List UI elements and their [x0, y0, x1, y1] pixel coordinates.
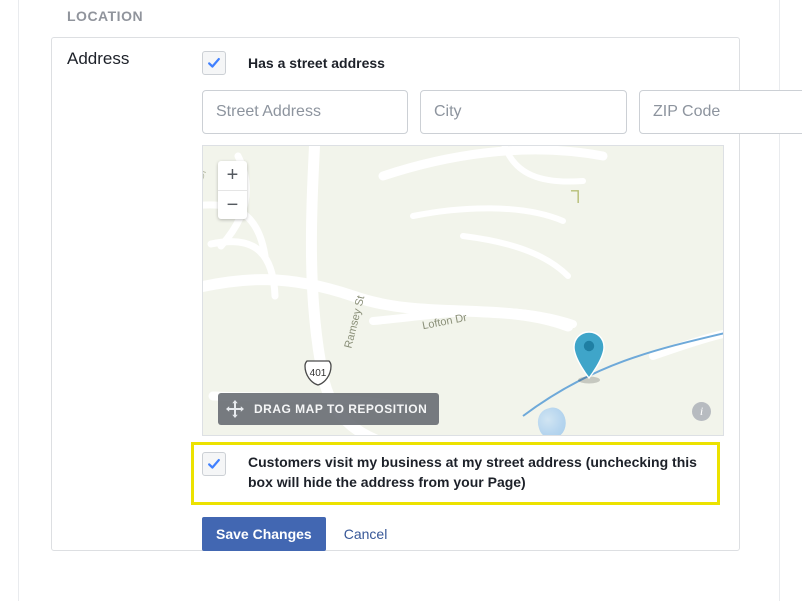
street-address-input[interactable]: [202, 90, 408, 134]
zip-input[interactable]: [639, 90, 802, 134]
save-button[interactable]: Save Changes: [202, 517, 326, 551]
customers-visit-checkbox[interactable]: [202, 452, 226, 476]
address-input-row: [202, 90, 724, 134]
has-street-address-checkbox[interactable]: [202, 51, 226, 75]
customers-visit-label: Customers visit my business at my street…: [248, 452, 705, 493]
map-info-button[interactable]: i: [692, 402, 711, 421]
zoom-out-button[interactable]: −: [218, 190, 247, 219]
map-drag-hint: DRAG MAP TO REPOSITION: [218, 393, 439, 425]
map-zoom-controls: + −: [218, 161, 247, 219]
city-input[interactable]: [420, 90, 627, 134]
has-street-address-row: Has a street address: [202, 49, 724, 77]
address-content-column: Has a street address: [202, 49, 724, 551]
checkmark-icon: [207, 457, 221, 471]
zoom-in-button[interactable]: +: [218, 161, 247, 190]
route-shield-icon: 401: [303, 357, 333, 387]
has-street-address-label: Has a street address: [248, 54, 385, 72]
map-background: Ramsey St Lofton Dr Dr ┐ 401: [203, 146, 723, 435]
map-container[interactable]: Ramsey St Lofton Dr Dr ┐ 401 + −: [202, 145, 724, 436]
map-green-marker: ┐: [571, 180, 585, 203]
field-label-address: Address: [67, 49, 129, 69]
customers-visit-row: Customers visit my business at my street…: [191, 442, 720, 505]
section-heading-location: LOCATION: [67, 8, 143, 24]
form-actions: Save Changes Cancel: [202, 517, 724, 551]
map-drag-hint-text: DRAG MAP TO REPOSITION: [254, 402, 427, 416]
move-icon: [226, 400, 244, 418]
route-shield-number: 401: [310, 368, 327, 379]
cancel-button[interactable]: Cancel: [344, 526, 388, 542]
checkmark-icon: [207, 56, 221, 70]
